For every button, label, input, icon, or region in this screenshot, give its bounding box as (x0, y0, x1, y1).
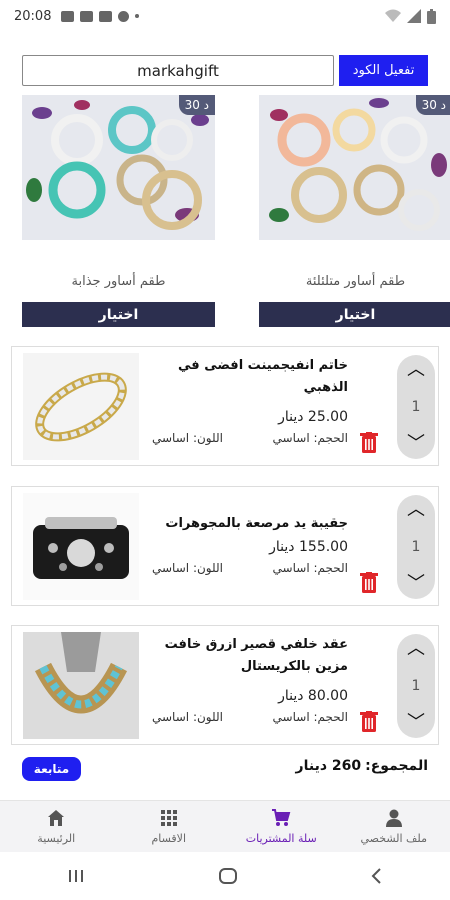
decrease-chevron-down-icon[interactable]: ﹀ (407, 714, 425, 732)
status-bar: 20:08 (0, 0, 450, 32)
continue-button[interactable]: متابعة (22, 757, 81, 781)
quantity-value: 1 (411, 539, 421, 555)
product-name: طقم أساور متلئلئة (305, 274, 406, 289)
cart-item-attributes: الحجم: اساسي اللون: اساسي (152, 561, 348, 575)
cart-item-title: عقد خلفي قصير ازرق خافت مزين بالكريستال (164, 637, 348, 674)
cart-item-image[interactable] (23, 353, 139, 460)
person-icon (385, 809, 402, 827)
product-name: طقم أساور جذابة (71, 274, 166, 289)
home-icon (48, 810, 65, 826)
coupon-row: تفعيل الكود (22, 55, 428, 86)
nav-home[interactable]: الرئيسية (0, 801, 113, 852)
decrease-chevron-down-icon[interactable]: ﹀ (407, 435, 425, 453)
image-icon (80, 10, 94, 22)
nav-categories[interactable]: الاقسام (113, 801, 226, 852)
price-badge: 30 د (178, 95, 215, 115)
cart-item-image[interactable] (23, 632, 139, 739)
cart-item-price: 155.00 دينار (269, 539, 348, 555)
cart-item: ︿ 1 ﹀ خاتم انفيجمينت افضى في الذهبي 25.0… (11, 346, 439, 466)
signal-icon (407, 9, 421, 23)
quantity-value: 1 (411, 678, 421, 694)
product-image[interactable]: 30 د (259, 95, 450, 240)
cart-item: ︿ 1 ﹀ عقد خلفي قصير ازرق خافت مزين بالكر… (11, 625, 439, 745)
quantity-stepper: ︿ 1 ﹀ (397, 355, 435, 459)
app-screen: 20:08 تفعيل الكود (0, 0, 450, 900)
cart-item-title: جقيبة يد مرصعة بالمجوهرات (165, 516, 348, 531)
nav-cart[interactable]: سلة المشتريات (225, 801, 338, 852)
activate-code-button[interactable]: تفعيل الكود (339, 55, 428, 86)
trash-icon[interactable] (360, 432, 378, 454)
back-icon[interactable] (370, 867, 384, 885)
total-label: المجموع: (365, 758, 428, 774)
price-badge: 30 د (415, 95, 450, 115)
system-navigation-bar (0, 852, 450, 900)
quantity-value: 1 (411, 399, 421, 415)
decrease-chevron-down-icon[interactable]: ﹀ (407, 575, 425, 593)
nav-profile[interactable]: ملف الشخصي (338, 801, 450, 852)
youtube-icon (99, 10, 113, 22)
cart-item-image[interactable] (23, 493, 139, 600)
choose-button[interactable]: اختيار (259, 302, 450, 327)
bottom-navigation: الرئيسية الاقسام سلة المشتريات ملف الشخص… (0, 800, 450, 852)
gallery-icon (61, 10, 75, 22)
quantity-stepper: ︿ 1 ﹀ (397, 495, 435, 599)
wifi-icon (385, 9, 401, 22)
home-button-icon[interactable] (218, 867, 238, 885)
battery-icon (427, 8, 436, 24)
increase-chevron-up-icon[interactable]: ︿ (407, 361, 425, 379)
cart-item: ︿ 1 ﹀ جقيبة يد مرصعة بالمجوهرات 155.00 د… (11, 486, 439, 606)
trash-icon[interactable] (360, 572, 378, 594)
trash-icon[interactable] (360, 711, 378, 733)
cart-icon (272, 809, 291, 826)
increase-chevron-up-icon[interactable]: ︿ (407, 501, 425, 519)
cart-item-price: 80.00 دينار (278, 688, 348, 704)
total-value: 260 دينار (295, 758, 362, 774)
notification-dot-icon (135, 14, 140, 18)
coupon-code-input[interactable] (22, 55, 334, 86)
quantity-stepper: ︿ 1 ﹀ (397, 634, 435, 738)
cart-item-attributes: الحجم: اساسي اللون: اساسي (152, 431, 348, 445)
cart-item-attributes: الحجم: اساسي اللون: اساسي (152, 710, 348, 724)
increase-chevron-up-icon[interactable]: ︿ (407, 640, 425, 658)
product-card[interactable]: 30 د طقم أساور متلئلئة اختيار (259, 95, 450, 327)
grid-icon (160, 810, 177, 826)
product-image[interactable]: 30 د (22, 95, 215, 240)
shield-icon (118, 10, 130, 22)
cart-item-title: خاتم انفيجمينت افضى في الذهبي (178, 358, 348, 395)
status-time: 20:08 (14, 8, 52, 24)
product-card[interactable]: 30 د طقم أساور جذابة اختيار (22, 95, 215, 327)
cart-total: المجموع: 260 دينار (296, 758, 428, 774)
recent-apps-icon[interactable] (66, 868, 86, 884)
cart-item-price: 25.00 دينار (278, 409, 348, 425)
choose-button[interactable]: اختيار (22, 302, 215, 327)
